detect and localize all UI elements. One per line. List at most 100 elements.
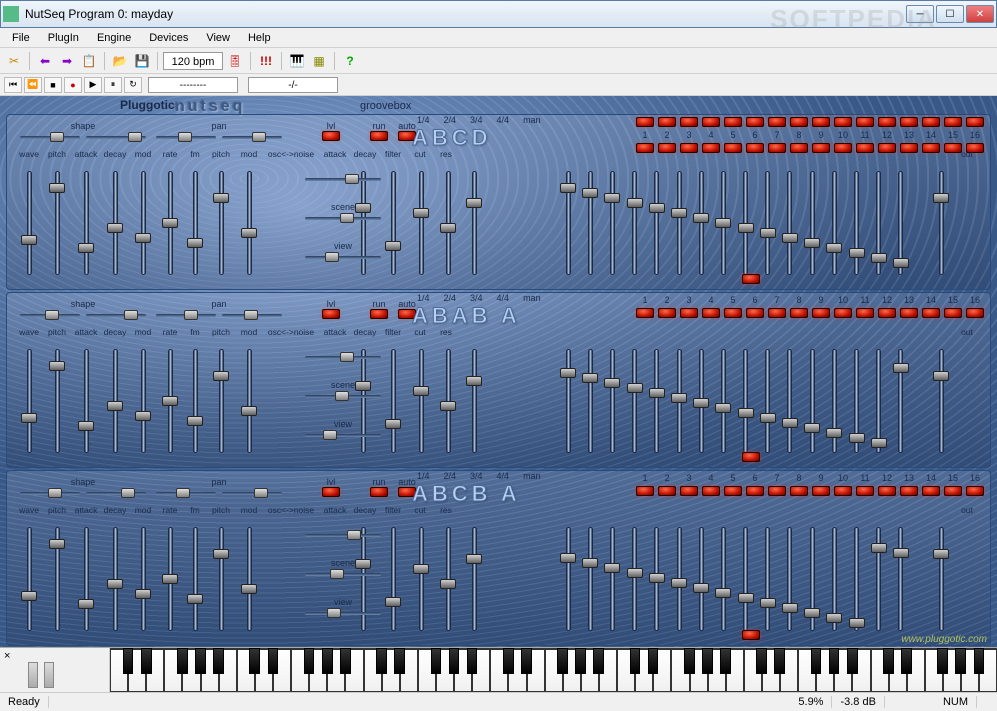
black-key-33[interactable]: [955, 648, 966, 674]
step-fader-13[interactable]: [823, 341, 845, 461]
out-slider[interactable]: [928, 519, 954, 639]
black-key-4[interactable]: [213, 648, 224, 674]
metronome-icon[interactable]: 🎚: [225, 51, 245, 71]
step-fader-8[interactable]: [712, 341, 734, 461]
step-led-b-12[interactable]: [878, 486, 896, 496]
param-slider-attack-2[interactable]: [71, 341, 101, 461]
step-led-b-10[interactable]: [834, 486, 852, 496]
param-slider-attack-2[interactable]: [71, 163, 101, 283]
forward-icon[interactable]: ➡: [57, 51, 77, 71]
step-led-a-12[interactable]: [878, 117, 896, 127]
step-led-b-3[interactable]: [680, 308, 698, 318]
param-slider-pitch-7[interactable]: [207, 341, 235, 461]
step-fader-1[interactable]: [557, 163, 579, 283]
pan-slider-1[interactable]: [222, 487, 282, 499]
black-key-3[interactable]: [195, 648, 206, 674]
run-led[interactable]: [370, 309, 388, 319]
step-led-a-11[interactable]: [856, 117, 874, 127]
step-led-b-5[interactable]: [724, 308, 742, 318]
step-fader-1[interactable]: [557, 519, 579, 639]
osc-noise-slider[interactable]: [305, 173, 381, 185]
step-led-a-10[interactable]: [834, 117, 852, 127]
step-fader-9[interactable]: [735, 519, 757, 639]
param-slider-mod-8[interactable]: [235, 163, 263, 283]
step-fader-16[interactable]: [890, 341, 912, 461]
step-fader-4[interactable]: [624, 519, 646, 639]
black-key-6[interactable]: [268, 648, 279, 674]
step-led-b-15[interactable]: [944, 308, 962, 318]
menu-devices[interactable]: Devices: [141, 30, 196, 46]
step-led-b-16[interactable]: [966, 308, 984, 318]
param-slider-rate-5[interactable]: [157, 341, 183, 461]
param-slider-attack-2[interactable]: [71, 519, 101, 639]
step-fader-15[interactable]: [868, 341, 890, 461]
param-slider-fm-6[interactable]: [183, 163, 207, 283]
section-footer-led[interactable]: [742, 274, 760, 284]
pan-slider-1[interactable]: [222, 131, 282, 143]
black-key-30[interactable]: [883, 648, 894, 674]
step-fader-4[interactable]: [624, 341, 646, 461]
black-key-2[interactable]: [177, 648, 188, 674]
step-led-b-6[interactable]: [746, 486, 764, 496]
menu-plugin[interactable]: PlugIn: [40, 30, 87, 46]
step-led-b-7[interactable]: [768, 486, 786, 496]
step-led-a-3[interactable]: [680, 117, 698, 127]
param-slider-mod-4[interactable]: [129, 519, 157, 639]
stop-button[interactable]: ■: [44, 77, 62, 93]
step-led-a-2[interactable]: [658, 117, 676, 127]
run-led[interactable]: [370, 487, 388, 497]
mod-wheel[interactable]: [44, 662, 54, 688]
step-led-a-5[interactable]: [724, 117, 742, 127]
step-fader-14[interactable]: [845, 163, 867, 283]
step-led-b-14[interactable]: [922, 486, 940, 496]
pause-button[interactable]: ⏸: [104, 77, 122, 93]
param-slider-res-14[interactable]: [461, 341, 487, 461]
step-led-a-7[interactable]: [768, 117, 786, 127]
view-slider[interactable]: [305, 607, 381, 619]
pan-slider-0[interactable]: [156, 487, 216, 499]
alert-icon[interactable]: !!!: [256, 51, 276, 71]
shape-slider-1[interactable]: [86, 309, 146, 321]
param-slider-mod-4[interactable]: [129, 341, 157, 461]
step-fader-12[interactable]: [801, 341, 823, 461]
step-led-a-4[interactable]: [702, 117, 720, 127]
param-slider-mod-8[interactable]: [235, 341, 263, 461]
step-led-b-11[interactable]: [856, 486, 874, 496]
step-led-b-11[interactable]: [856, 308, 874, 318]
step-led-b-1[interactable]: [636, 308, 654, 318]
copy-icon[interactable]: 📋: [79, 51, 99, 71]
param-slider-pitch-1[interactable]: [43, 163, 71, 283]
black-key-9[interactable]: [340, 648, 351, 674]
black-key-20[interactable]: [630, 648, 641, 674]
black-key-17[interactable]: [557, 648, 568, 674]
param-slider-cut-13[interactable]: [435, 519, 461, 639]
step-fader-8[interactable]: [712, 519, 734, 639]
param-slider-decay-3[interactable]: [101, 341, 129, 461]
param-slider-wave-0[interactable]: [15, 341, 43, 461]
param-slider-filter-12[interactable]: [407, 163, 435, 283]
pitch-wheel[interactable]: [28, 662, 38, 688]
step-led-b-2[interactable]: [658, 486, 676, 496]
step-fader-15[interactable]: [868, 519, 890, 639]
step-fader-12[interactable]: [801, 163, 823, 283]
step-led-b-14[interactable]: [922, 308, 940, 318]
help-icon[interactable]: ?: [340, 51, 360, 71]
black-key-34[interactable]: [974, 648, 985, 674]
param-slider-pitch-1[interactable]: [43, 519, 71, 639]
out-slider[interactable]: [928, 341, 954, 461]
out-slider[interactable]: [928, 163, 954, 283]
step-fader-5[interactable]: [646, 341, 668, 461]
back-icon[interactable]: ⬅: [35, 51, 55, 71]
section-footer-led[interactable]: [742, 630, 760, 640]
save-icon[interactable]: 💾: [132, 51, 152, 71]
step-fader-12[interactable]: [801, 519, 823, 639]
param-slider-cut-13[interactable]: [435, 341, 461, 461]
step-fader-7[interactable]: [690, 163, 712, 283]
black-key-13[interactable]: [449, 648, 460, 674]
param-slider-fm-6[interactable]: [183, 341, 207, 461]
loop-button[interactable]: ↻: [124, 77, 142, 93]
step-led-a-8[interactable]: [790, 117, 808, 127]
black-key-16[interactable]: [521, 648, 532, 674]
param-slider-filter-12[interactable]: [407, 519, 435, 639]
param-slider-wave-0[interactable]: [15, 519, 43, 639]
